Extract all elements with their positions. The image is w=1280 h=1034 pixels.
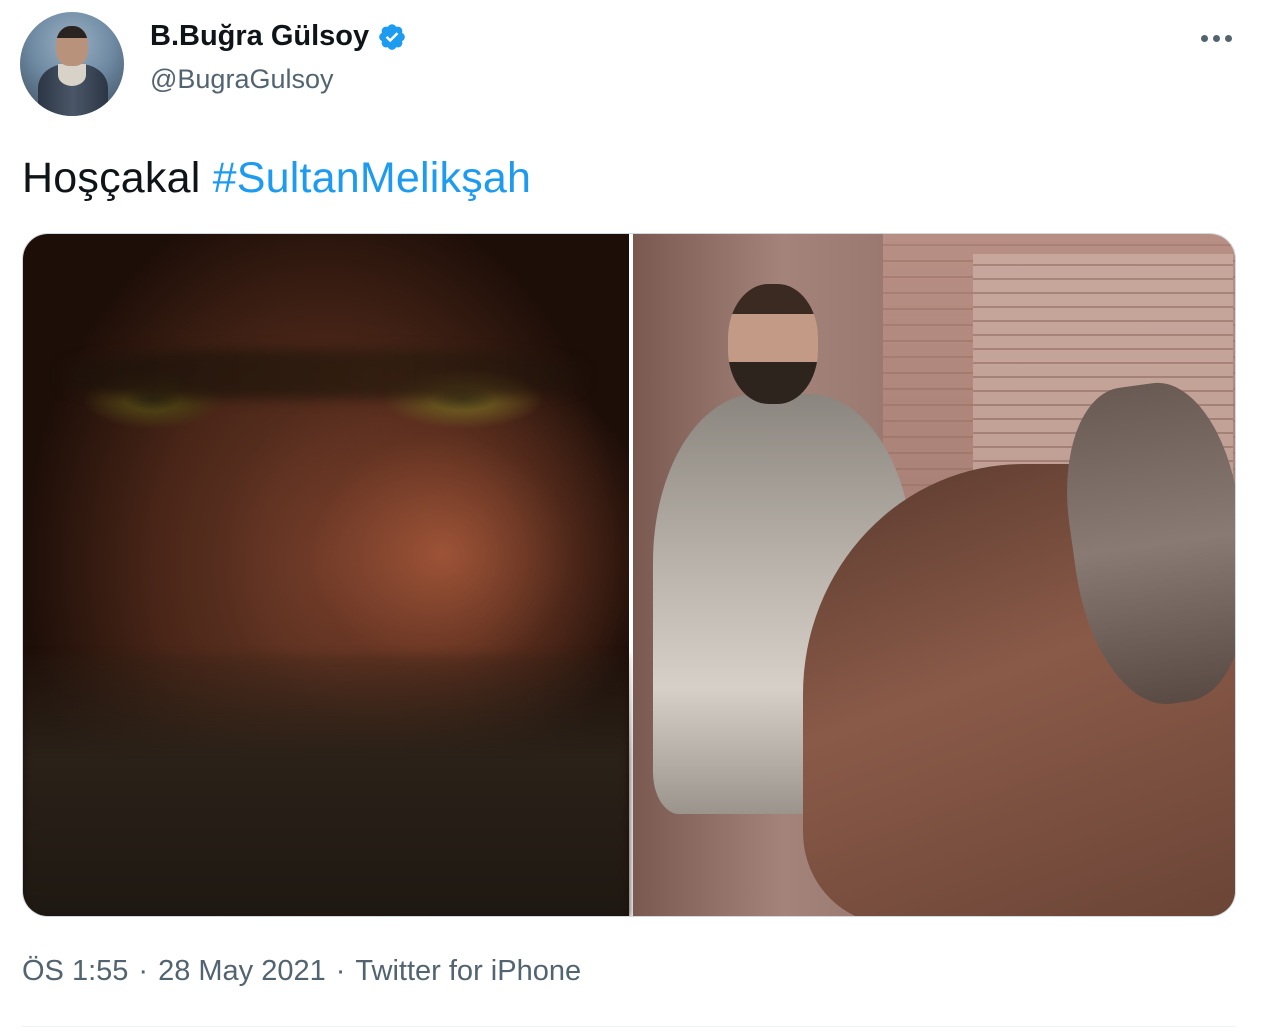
photo-rider-on-horse[interactable] bbox=[633, 234, 1235, 916]
user-handle[interactable]: @BugraGulsoy bbox=[150, 64, 334, 95]
more-icon-dot bbox=[1212, 34, 1220, 42]
avatar-figure-collar bbox=[58, 64, 86, 86]
more-icon-dot bbox=[1224, 34, 1232, 42]
more-icon bbox=[1200, 34, 1208, 42]
more-options-button[interactable] bbox=[1192, 22, 1240, 54]
avatar[interactable] bbox=[20, 12, 124, 116]
tweet-metadata: ÖS 1:55 · 28 May 2021 · Twitter for iPho… bbox=[22, 955, 581, 988]
photo-detail-beard bbox=[23, 654, 629, 916]
tweet-text-body: Hoşçakal bbox=[22, 154, 201, 202]
tweet-card: B.Buğra Gülsoy @BugraGulsoy Hoşçakal #Su… bbox=[0, 0, 1280, 1034]
tweet-date[interactable]: 28 May 2021 bbox=[158, 955, 326, 988]
meta-separator: · bbox=[335, 955, 346, 987]
media-grid bbox=[22, 233, 1236, 917]
tweet-time[interactable]: ÖS 1:55 bbox=[22, 955, 128, 988]
tweet-text: Hoşçakal #SultanMelikşah bbox=[22, 154, 531, 203]
photo-closeup-face[interactable] bbox=[23, 234, 629, 916]
meta-separator: · bbox=[138, 955, 149, 987]
photo-detail-brow bbox=[63, 349, 583, 399]
hashtag-link[interactable]: #SultanMelikşah bbox=[213, 154, 532, 202]
photo-detail-rider-head bbox=[728, 284, 818, 404]
avatar-figure-head bbox=[56, 26, 88, 66]
tweet-source-link[interactable]: Twitter for iPhone bbox=[355, 955, 581, 988]
divider bbox=[22, 1026, 1236, 1027]
verified-badge-icon bbox=[379, 23, 405, 50]
display-name[interactable]: B.Buğra Gülsoy bbox=[150, 20, 369, 53]
author-name-row[interactable]: B.Buğra Gülsoy bbox=[150, 20, 407, 53]
